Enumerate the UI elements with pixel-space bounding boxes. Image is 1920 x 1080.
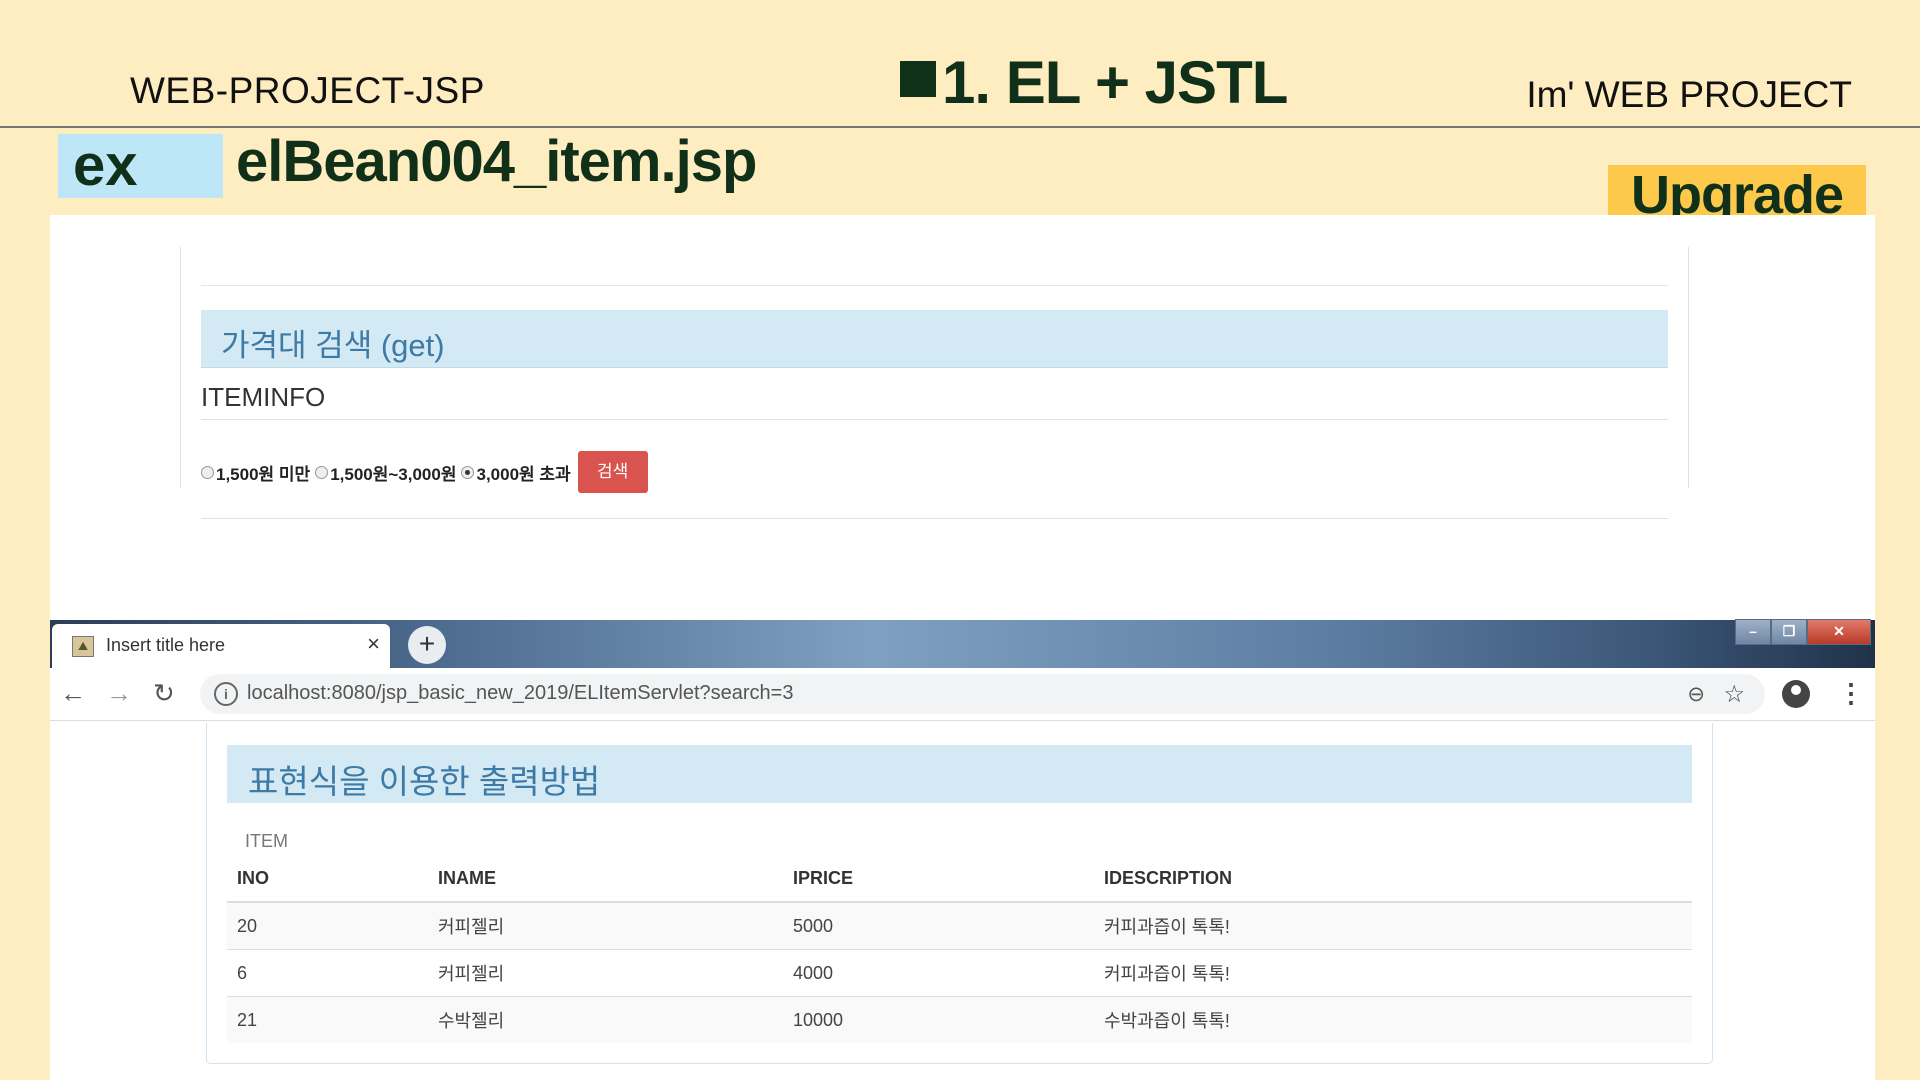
divider	[201, 518, 1668, 519]
form-subtitle: ITEMINFO	[201, 382, 326, 412]
table-cell: 10000	[783, 996, 1094, 1043]
zoom-icon[interactable]: ⊖	[1687, 682, 1705, 707]
table-cell: 수박젤리	[428, 996, 783, 1043]
column-header-iprice: IPRICE	[783, 855, 1094, 903]
reload-icon[interactable]: ↻	[153, 678, 175, 709]
address-bar[interactable]: i localhost:8080/jsp_basic_new_2019/ELIt…	[200, 674, 1765, 714]
form-heading: 가격대 검색 (get)	[221, 328, 445, 363]
file-name-title: elBean004_item.jsp	[236, 129, 757, 194]
column-header-iname: INAME	[428, 855, 783, 903]
form-heading-panel: 가격대 검색 (get)	[201, 310, 1668, 368]
example-badge: ex	[58, 134, 223, 198]
close-tab-icon[interactable]: ×	[367, 631, 380, 657]
minimize-window-button[interactable]: –	[1735, 619, 1771, 645]
screenshot-panel: 가격대 검색 (get) ITEMINFO 1,500원 미만 1,500원~3…	[50, 215, 1875, 1080]
table-cell: 5000	[783, 901, 1094, 950]
table-cell: 6	[227, 949, 428, 997]
table-row: 6 커피젤리 4000 커피과즙이 톡톡!	[227, 949, 1692, 997]
search-button[interactable]: 검색	[577, 451, 648, 493]
menu-icon[interactable]: ⋮	[1838, 678, 1864, 709]
radio-over-3000[interactable]	[461, 465, 475, 479]
square-bullet-icon	[900, 61, 936, 97]
column-header-ino: INO	[227, 855, 428, 903]
divider	[201, 419, 1668, 420]
info-icon[interactable]: i	[214, 682, 238, 706]
search-form-page: 가격대 검색 (get) ITEMINFO 1,500원 미만 1,500원~3…	[180, 247, 1689, 519]
table-cell: 커피과즙이 톡톡!	[1094, 949, 1692, 997]
close-window-button[interactable]: ✕	[1807, 619, 1871, 645]
slide-section-title: 1. EL + JSTL	[900, 48, 1288, 117]
tab-title: Insert title here	[106, 635, 226, 655]
column-header-idescription: IDESCRIPTION	[1094, 855, 1692, 903]
table-caption: ITEM	[245, 831, 288, 851]
table-cell: 4000	[783, 949, 1094, 997]
result-heading: 표현식을 이용한 출력방법	[248, 763, 601, 800]
price-range-radio-group: 1,500원 미만 1,500원~3,000원 3,000원 초과 검색	[201, 451, 648, 493]
page-favicon-icon: ⛰	[72, 636, 94, 657]
divider	[201, 285, 1668, 286]
slide-section-title-text: 1. EL + JSTL	[942, 49, 1288, 116]
browser-toolbar: ← → ↻ i localhost:8080/jsp_basic_new_201…	[50, 668, 1875, 721]
radio-1500-3000[interactable]	[315, 465, 329, 479]
slide-brand-label: Im' WEB PROJECT	[1526, 74, 1852, 115]
table-row: 20 커피젤리 5000 커피과즙이 톡톡!	[227, 901, 1692, 950]
example-badge-label: ex	[73, 133, 138, 198]
table-cell: 21	[227, 996, 428, 1043]
new-tab-button[interactable]: +	[408, 626, 446, 664]
forward-arrow-icon[interactable]: →	[106, 678, 132, 709]
radio-label: 3,000원 초과	[476, 464, 571, 484]
browser-tab-strip: ⛰ Insert title here × + – ❐ ✕	[50, 619, 1875, 668]
item-table: INO INAME IPRICE IDESCRIPTION 20 커피젤리 50…	[227, 855, 1692, 1043]
window-controls: – ❐ ✕	[1735, 619, 1871, 645]
account-icon[interactable]	[1782, 680, 1810, 708]
table-cell: 20	[227, 901, 428, 950]
table-cell: 커피젤리	[428, 901, 783, 950]
maximize-window-button[interactable]: ❐	[1771, 619, 1807, 645]
table-header-row: INO INAME IPRICE IDESCRIPTION	[227, 855, 1692, 903]
slide-project-label: WEB-PROJECT-JSP	[130, 70, 485, 111]
radio-label: 1,500원 미만	[216, 464, 311, 484]
table-cell: 커피젤리	[428, 949, 783, 997]
result-heading-panel: 표현식을 이용한 출력방법	[227, 745, 1692, 803]
table-cell: 수박과즙이 톡톡!	[1094, 996, 1692, 1043]
table-row: 21 수박젤리 10000 수박과즙이 톡톡!	[227, 996, 1692, 1043]
back-arrow-icon[interactable]: ←	[60, 678, 86, 709]
radio-under-1500[interactable]	[201, 465, 214, 479]
result-page: 표현식을 이용한 출력방법 ITEM INO INAME IPRICE IDES…	[206, 723, 1713, 1064]
url-text[interactable]: localhost:8080/jsp_basic_new_2019/ELItem…	[247, 682, 793, 705]
star-icon[interactable]: ☆	[1723, 680, 1745, 709]
radio-label: 1,500원~3,000원	[330, 464, 457, 484]
table-cell: 커피과즙이 톡톡!	[1094, 901, 1692, 950]
browser-tab[interactable]: ⛰ Insert title here ×	[52, 624, 390, 668]
